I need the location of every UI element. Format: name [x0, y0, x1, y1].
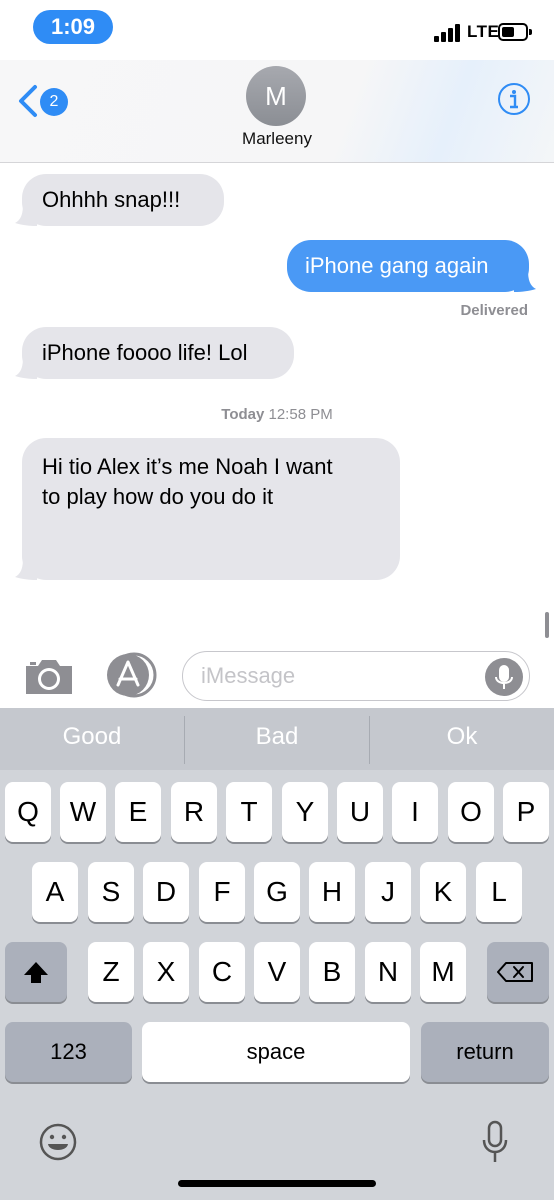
- message-thread[interactable]: Ohhhh snap!!! iPhone gang again Delivere…: [0, 164, 554, 642]
- microphone-icon[interactable]: [480, 1120, 510, 1164]
- back-button[interactable]: 2: [16, 82, 76, 122]
- scroll-indicator[interactable]: [545, 612, 549, 638]
- key-x[interactable]: X: [143, 942, 189, 1002]
- battery-icon: [498, 23, 532, 41]
- message-bubble-outgoing[interactable]: iPhone gang again: [287, 240, 536, 292]
- prediction-suggestion[interactable]: Bad: [185, 708, 369, 770]
- message-text: iPhone gang again: [305, 253, 489, 278]
- status-bar: 1:09 LTE: [0, 0, 554, 60]
- camera-icon[interactable]: [24, 656, 74, 696]
- key-u[interactable]: U: [337, 782, 383, 842]
- contact-name[interactable]: Marleeny: [177, 129, 377, 149]
- key-s[interactable]: S: [88, 862, 134, 922]
- unread-count-badge: 2: [40, 88, 68, 116]
- network-type: LTE: [467, 22, 500, 41]
- app-store-icon[interactable]: [104, 652, 158, 698]
- compose-bar: [0, 642, 554, 708]
- key-l[interactable]: L: [476, 862, 522, 922]
- numbers-key[interactable]: 123: [5, 1022, 132, 1082]
- message-input[interactable]: [201, 660, 481, 692]
- conversation-header: 2 M Marleeny: [0, 60, 554, 163]
- imessage-field[interactable]: [182, 651, 530, 701]
- key-n[interactable]: N: [365, 942, 411, 1002]
- delivery-status: Delivered: [460, 302, 528, 319]
- delete-key[interactable]: [487, 942, 549, 1002]
- bubble-tail: [15, 204, 37, 226]
- return-key[interactable]: return: [421, 1022, 549, 1082]
- key-y[interactable]: Y: [282, 782, 328, 842]
- key-d[interactable]: D: [143, 862, 189, 922]
- backspace-icon: [497, 962, 533, 982]
- keyboard: Good Bad Ok Q W E R T Y U I O P A S D F …: [0, 708, 554, 1200]
- info-icon[interactable]: [497, 82, 531, 116]
- message-bubble-incoming[interactable]: iPhone foooo life! Lol: [15, 327, 294, 379]
- key-w[interactable]: W: [60, 782, 106, 842]
- key-g[interactable]: G: [254, 862, 300, 922]
- key-o[interactable]: O: [448, 782, 494, 842]
- contact-avatar[interactable]: M: [246, 66, 306, 126]
- key-z[interactable]: Z: [88, 942, 134, 1002]
- shift-key[interactable]: [5, 942, 67, 1002]
- message-text-line: Hi tio Alex it’s me Noah I want: [42, 454, 333, 479]
- timestamp-time: 12:58 PM: [268, 406, 333, 423]
- timestamp-day: Today: [221, 406, 265, 423]
- key-v[interactable]: V: [254, 942, 300, 1002]
- key-f[interactable]: F: [199, 862, 245, 922]
- key-i[interactable]: I: [392, 782, 438, 842]
- key-r[interactable]: R: [171, 782, 217, 842]
- key-a[interactable]: A: [32, 862, 78, 922]
- key-h[interactable]: H: [309, 862, 355, 922]
- space-key[interactable]: space: [142, 1022, 410, 1082]
- key-c[interactable]: C: [199, 942, 245, 1002]
- key-p[interactable]: P: [503, 782, 549, 842]
- status-time[interactable]: 1:09: [33, 10, 113, 44]
- message-text: Ohhhh snap!!!: [42, 187, 181, 212]
- prediction-suggestion[interactable]: Good: [0, 708, 184, 770]
- key-k[interactable]: K: [420, 862, 466, 922]
- message-text: iPhone foooo life! Lol: [42, 340, 248, 365]
- key-q[interactable]: Q: [5, 782, 51, 842]
- message-bubble-incoming[interactable]: Ohhhh snap!!!: [15, 174, 224, 226]
- cellular-signal-icon: [434, 24, 462, 42]
- key-b[interactable]: B: [309, 942, 355, 1002]
- key-e[interactable]: E: [115, 782, 161, 842]
- message-bubble-incoming[interactable]: Hi tio Alex it’s me Noah I want to play …: [15, 438, 400, 580]
- bubble-tail: [15, 558, 37, 580]
- home-indicator[interactable]: [178, 1180, 376, 1187]
- key-m[interactable]: M: [420, 942, 466, 1002]
- key-j[interactable]: J: [365, 862, 411, 922]
- message-text-line: to play how do you do it: [42, 484, 274, 509]
- chevron-left-icon: [19, 85, 37, 117]
- bubble-tail: [514, 270, 536, 292]
- prediction-suggestion[interactable]: Ok: [370, 708, 554, 770]
- key-t[interactable]: T: [226, 782, 272, 842]
- microphone-icon: [495, 665, 513, 689]
- message-timestamp: Today 12:58 PM: [0, 406, 554, 423]
- emoji-icon[interactable]: [38, 1122, 78, 1162]
- bubble-tail: [15, 357, 37, 379]
- dictation-button[interactable]: [485, 658, 523, 696]
- shift-arrow-icon: [24, 962, 48, 983]
- predictive-text-bar: Good Bad Ok: [0, 708, 554, 770]
